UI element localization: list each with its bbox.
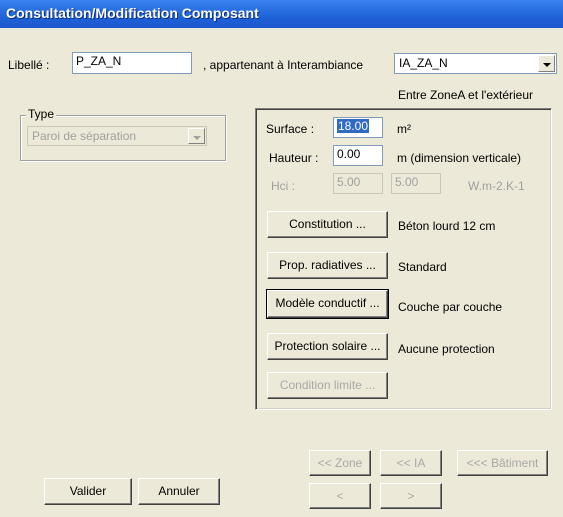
- libelle-label: Libellé :: [8, 58, 50, 72]
- interambiance-value: IA_ZA_N: [399, 56, 448, 70]
- modele-conductif-value: Couche par couche: [398, 300, 503, 314]
- constitution-button[interactable]: Constitution ...: [267, 211, 388, 238]
- hci-input-1[interactable]: 5.00: [333, 173, 383, 194]
- protection-solaire-button[interactable]: Protection solaire ...: [267, 333, 388, 360]
- libelle-value: P_ZA_N: [76, 54, 122, 68]
- between-text: Entre ZoneA et l'extérieur: [398, 88, 534, 102]
- chevron-down-icon[interactable]: [538, 55, 555, 72]
- constitution-value: Béton lourd 12 cm: [398, 219, 496, 233]
- surface-value: 18.00: [337, 119, 370, 133]
- hci-label: Hci :: [271, 179, 295, 193]
- condition-limite-button[interactable]: Condition limite ...: [267, 372, 388, 399]
- hauteur-label: Hauteur :: [269, 151, 319, 165]
- nav-prev-button[interactable]: <: [309, 483, 371, 509]
- modele-conductif-button[interactable]: Modèle conductif ...: [266, 289, 389, 319]
- nav-ia-button[interactable]: << IA: [380, 450, 442, 476]
- type-combo[interactable]: Paroi de séparation: [27, 126, 207, 146]
- hci-input-2[interactable]: 5.00: [391, 173, 441, 194]
- hauteur-input[interactable]: 0.00: [333, 145, 383, 166]
- dialog-window: Consultation/Modification Composant Libe…: [0, 0, 563, 517]
- protection-solaire-value: Aucune protection: [398, 342, 495, 356]
- appartenant-label: , appartenant à Interambiance: [203, 58, 364, 72]
- annuler-button[interactable]: Annuler: [138, 478, 220, 505]
- surface-label: Surface :: [266, 122, 315, 136]
- type-group-title: Type: [26, 107, 57, 121]
- nav-zone-button[interactable]: << Zone: [309, 450, 371, 476]
- interambiance-combo[interactable]: IA_ZA_N: [394, 53, 557, 74]
- title-bar[interactable]: Consultation/Modification Composant: [0, 0, 563, 28]
- nav-batiment-button[interactable]: <<< Bâtiment: [457, 450, 548, 476]
- hci-value-2: 5.00: [395, 175, 419, 189]
- hci-unit: W.m-2.K-1: [468, 179, 525, 193]
- type-value: Paroi de séparation: [32, 129, 137, 143]
- prop-radiatives-value: Standard: [398, 260, 447, 274]
- hauteur-unit: m (dimension verticale): [397, 151, 522, 165]
- surface-input[interactable]: 18.00: [333, 117, 383, 138]
- nav-next-button[interactable]: >: [380, 483, 442, 509]
- hauteur-value: 0.00: [337, 147, 361, 161]
- chevron-down-icon[interactable]: [188, 128, 205, 144]
- window-title: Consultation/Modification Composant: [6, 5, 259, 21]
- hci-value-1: 5.00: [337, 175, 361, 189]
- libelle-input[interactable]: P_ZA_N: [72, 52, 192, 74]
- valider-button[interactable]: Valider: [44, 478, 132, 505]
- surface-unit: m²: [397, 122, 411, 136]
- prop-radiatives-button[interactable]: Prop. radiatives ...: [267, 252, 388, 279]
